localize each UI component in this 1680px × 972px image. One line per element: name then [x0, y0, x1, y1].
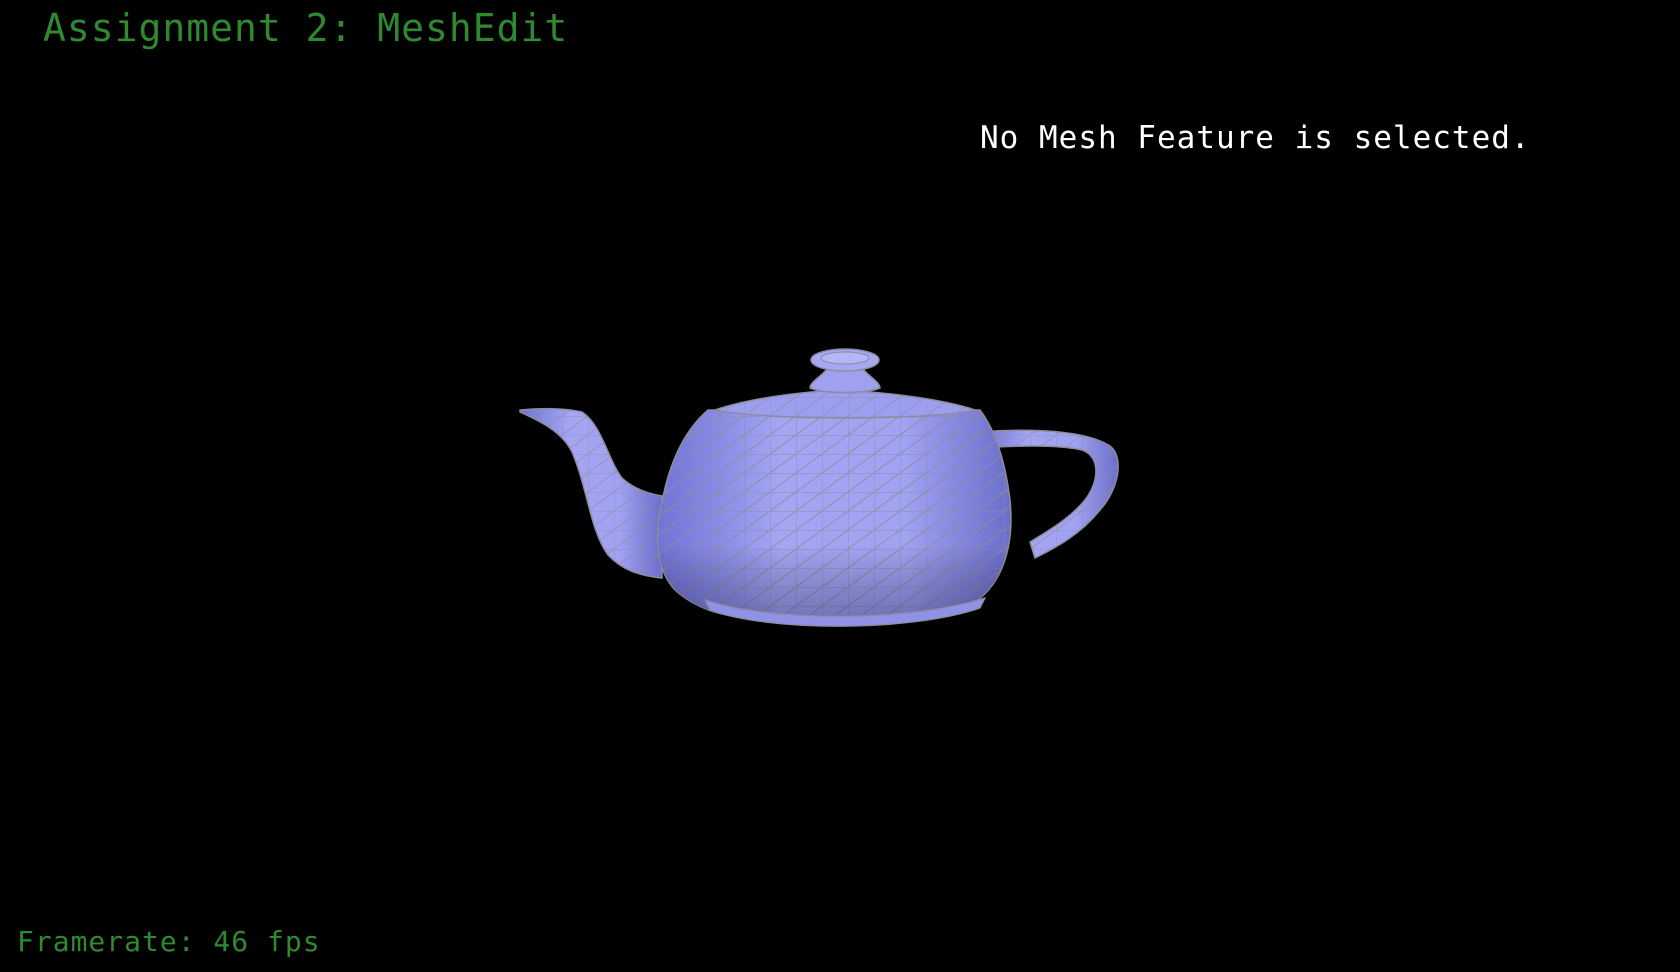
- teapot-body: [656, 409, 1012, 627]
- teapot-mesh[interactable]: [510, 340, 1140, 660]
- teapot-spout: [519, 407, 663, 579]
- teapot-lid: [712, 348, 978, 419]
- mesh-viewport[interactable]: Assignment 2: MeshEdit No Mesh Feature i…: [0, 0, 1680, 972]
- app-title: Assignment 2: MeshEdit: [43, 6, 569, 50]
- framerate-readout: Framerate: 46 fps: [17, 925, 321, 958]
- selection-status-text: No Mesh Feature is selected.: [980, 120, 1531, 156]
